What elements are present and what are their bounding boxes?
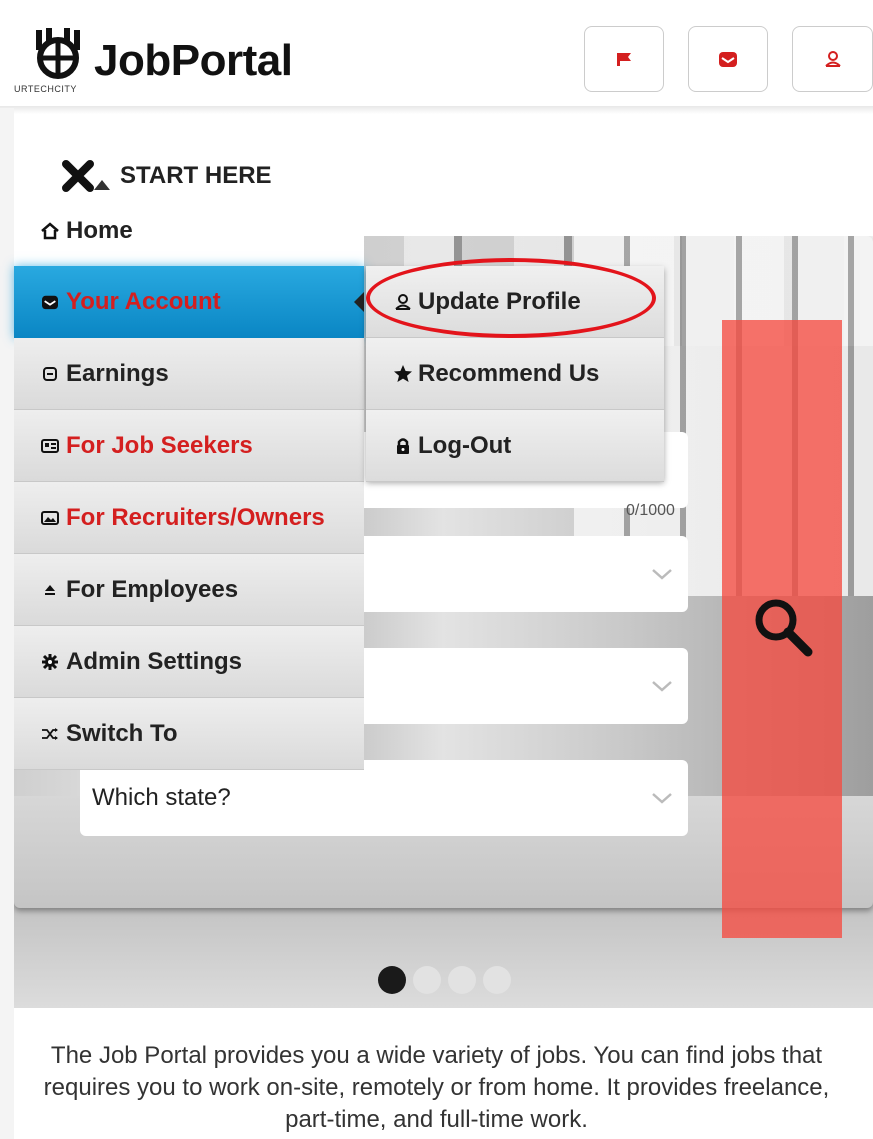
home-icon xyxy=(40,221,60,241)
header: JobPortal URTECHCITY xyxy=(0,0,873,108)
star-icon xyxy=(392,363,414,385)
carousel-dot-1[interactable] xyxy=(378,966,406,994)
account-icon xyxy=(719,52,737,67)
chevron-down-icon xyxy=(652,793,672,804)
menu-item-switch-to[interactable]: Switch To xyxy=(14,698,364,770)
chevron-down-icon xyxy=(652,681,672,692)
flag-icon xyxy=(617,53,631,66)
gear-icon xyxy=(40,652,60,672)
menu-item-label: Home xyxy=(66,217,133,244)
earnings-icon xyxy=(40,364,60,384)
profile-button[interactable] xyxy=(792,26,873,92)
search-icon[interactable] xyxy=(752,596,816,660)
carousel-dot-3[interactable] xyxy=(448,966,476,994)
start-here-label: START HERE xyxy=(120,162,272,189)
shuffle-icon xyxy=(40,724,60,744)
menu-item-admin-settings[interactable]: Admin Settings xyxy=(14,626,364,698)
header-shadow xyxy=(0,106,873,114)
carousel-indicators xyxy=(378,966,511,994)
submenu-item-log-out[interactable]: Log-Out xyxy=(366,410,664,482)
menu-item-label: Earnings xyxy=(66,359,169,387)
id-card-icon xyxy=(40,436,60,456)
state-select-value: Which state? xyxy=(92,784,231,811)
submenu-item-label: Log-Out xyxy=(418,431,512,459)
close-icon xyxy=(62,160,110,192)
menu-item-label: Your Account xyxy=(66,288,221,315)
brand-name: JobPortal xyxy=(94,36,293,85)
chevron-down-icon xyxy=(652,569,672,580)
menu-item-label: Switch To xyxy=(66,719,178,747)
brand-subtitle: URTECHCITY xyxy=(14,84,77,94)
start-here-toggle[interactable]: START HERE xyxy=(62,158,272,194)
user-icon xyxy=(824,51,841,67)
submenu-item-update-profile[interactable]: Update Profile xyxy=(366,266,664,338)
account-submenu: Update Profile Recommend Us Log-Out xyxy=(366,266,664,482)
menu-item-your-account[interactable]: Your Account xyxy=(14,266,364,338)
flag-button[interactable] xyxy=(584,26,664,92)
account-button[interactable] xyxy=(688,26,768,92)
account-icon xyxy=(40,292,60,312)
state-select[interactable]: Which state? xyxy=(80,760,688,836)
submenu-item-label: Update Profile xyxy=(418,287,581,315)
portal-description: The Job Portal provides you a wide varie… xyxy=(43,1042,830,1133)
menu-item-label: Admin Settings xyxy=(66,647,243,675)
eject-icon xyxy=(40,580,60,600)
menu-item-for-job-seekers[interactable]: For Job Seekers xyxy=(14,410,364,482)
character-counter: 0/1000 xyxy=(626,502,675,519)
menu-item-for-employees[interactable]: For Employees xyxy=(14,554,364,626)
submenu-item-label: Recommend Us xyxy=(418,359,600,387)
submenu-pointer xyxy=(354,292,364,312)
menu-item-for-recruiters-owners[interactable]: For Recruiters/Owners xyxy=(14,482,364,554)
menu-item-label: For Recruiters/Owners xyxy=(66,503,325,531)
menu-item-earnings[interactable]: Earnings xyxy=(14,338,364,410)
lock-icon xyxy=(392,435,414,457)
user-icon xyxy=(392,291,414,313)
brand-logo[interactable]: JobPortal URTECHCITY xyxy=(12,22,342,102)
menu-item-home[interactable]: Home xyxy=(14,196,364,266)
globe-logo-icon xyxy=(36,28,80,79)
menu-item-label: For Job Seekers xyxy=(66,431,253,459)
left-gutter xyxy=(0,108,14,1139)
image-icon xyxy=(40,508,60,528)
carousel-dot-4[interactable] xyxy=(483,966,511,994)
menu-item-label: For Employees xyxy=(66,575,239,603)
carousel-dot-2[interactable] xyxy=(413,966,441,994)
submenu-item-recommend-us[interactable]: Recommend Us xyxy=(366,338,664,410)
